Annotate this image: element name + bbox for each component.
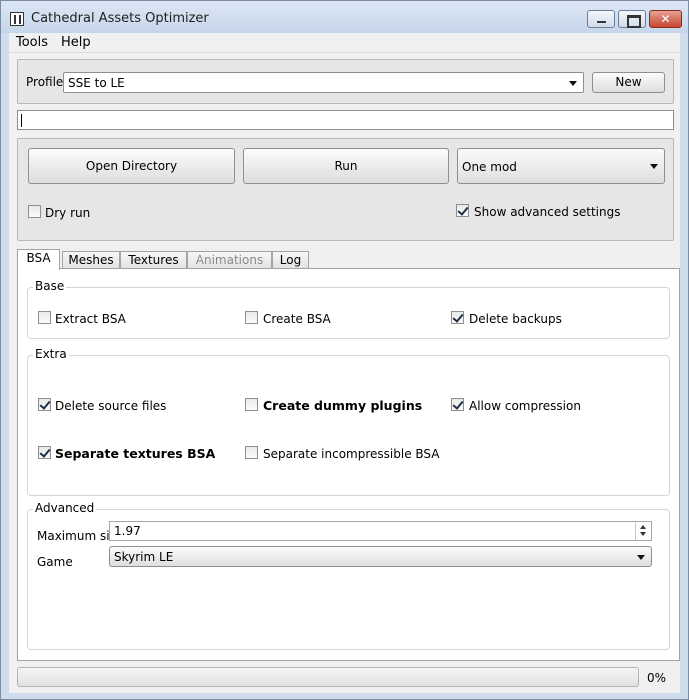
extract-bsa-checkbox[interactable] bbox=[38, 311, 51, 324]
chevron-down-icon bbox=[650, 164, 658, 169]
tab-textures-label: Textures bbox=[128, 253, 179, 267]
extract-bsa-label: Extract BSA bbox=[55, 312, 126, 326]
menu-bar: Tools Help bbox=[9, 33, 680, 53]
tab-bsa[interactable]: BSA bbox=[17, 249, 60, 270]
menu-help[interactable]: Help bbox=[61, 35, 91, 50]
show-advanced-checkbox[interactable] bbox=[456, 204, 469, 217]
profile-selected-value: SSE to LE bbox=[68, 76, 125, 90]
separate-incompressible-label: Separate incompressible BSA bbox=[263, 447, 440, 461]
delete-source-checkbox[interactable] bbox=[38, 398, 51, 411]
create-dummy-plugins-label: Create dummy plugins bbox=[263, 398, 423, 413]
text-caret bbox=[21, 114, 22, 127]
tab-meshes-label: Meshes bbox=[68, 253, 114, 267]
dry-run-checkbox[interactable] bbox=[28, 205, 41, 218]
app-window: Cathedral Assets Optimizer ✕ Tools Help … bbox=[0, 0, 689, 700]
delete-backups-checkbox[interactable] bbox=[451, 311, 464, 324]
mode-selected-value: One mod bbox=[462, 160, 517, 174]
tab-bsa-label: BSA bbox=[26, 251, 51, 265]
create-bsa-checkbox[interactable] bbox=[245, 311, 258, 324]
game-label: Game bbox=[37, 555, 73, 569]
menu-tools[interactable]: Tools bbox=[16, 35, 48, 50]
maximize-button[interactable] bbox=[618, 10, 646, 28]
progress-text: 0% bbox=[647, 671, 667, 685]
spin-up-icon[interactable] bbox=[640, 525, 646, 529]
tab-log-label: Log bbox=[279, 253, 302, 267]
game-selected-value: Skyrim LE bbox=[114, 550, 174, 564]
window-title: Cathedral Assets Optimizer bbox=[31, 11, 209, 26]
tab-animations: Animations bbox=[187, 251, 272, 269]
new-profile-button[interactable]: New bbox=[592, 72, 665, 93]
chevron-down-icon bbox=[569, 81, 577, 86]
profile-select[interactable]: SSE to LE bbox=[63, 72, 584, 93]
allow-compression-checkbox[interactable] bbox=[451, 398, 464, 411]
cathedral-app-icon bbox=[10, 12, 24, 26]
spin-down-icon[interactable] bbox=[640, 532, 646, 536]
advanced-legend: Advanced bbox=[33, 501, 97, 515]
create-dummy-plugins-checkbox[interactable] bbox=[245, 398, 258, 411]
tab-animations-label: Animations bbox=[195, 253, 264, 267]
minimize-button[interactable] bbox=[587, 10, 615, 28]
tab-textures[interactable]: Textures bbox=[120, 251, 187, 269]
progress-bar bbox=[17, 667, 639, 687]
maximum-size-value: 1.97 bbox=[114, 524, 141, 538]
delete-backups-label: Delete backups bbox=[469, 312, 562, 326]
profile-group: Profile SSE to LE New bbox=[17, 59, 674, 104]
separate-incompressible-checkbox[interactable] bbox=[245, 446, 258, 459]
run-button[interactable]: Run bbox=[243, 148, 449, 184]
extra-fieldset bbox=[27, 355, 670, 496]
tab-log[interactable]: Log bbox=[272, 251, 309, 269]
profile-label: Profile bbox=[26, 75, 64, 89]
separate-textures-label: Separate textures BSA bbox=[55, 446, 216, 461]
dry-run-label: Dry run bbox=[45, 206, 91, 220]
game-select[interactable]: Skyrim LE bbox=[109, 546, 652, 567]
separate-textures-checkbox[interactable] bbox=[38, 446, 51, 459]
show-advanced-label: Show advanced settings bbox=[474, 205, 621, 219]
chevron-down-icon bbox=[637, 555, 645, 560]
base-legend: Base bbox=[33, 279, 67, 293]
mode-select[interactable]: One mod bbox=[457, 148, 665, 184]
tab-meshes[interactable]: Meshes bbox=[62, 251, 120, 269]
path-input[interactable] bbox=[17, 110, 674, 130]
maximum-size-spinbox[interactable]: 1.97 bbox=[109, 521, 652, 541]
main-content: Tools Help Profile SSE to LE New Open Di… bbox=[9, 33, 680, 693]
close-button[interactable]: ✕ bbox=[649, 10, 682, 28]
open-directory-button[interactable]: Open Directory bbox=[28, 148, 235, 184]
close-icon: ✕ bbox=[660, 12, 671, 26]
extra-legend: Extra bbox=[33, 347, 69, 361]
create-bsa-label: Create BSA bbox=[263, 312, 331, 326]
delete-source-label: Delete source files bbox=[55, 399, 167, 413]
run-group: Open Directory Run One mod Dry run Show … bbox=[17, 138, 674, 241]
bsa-tab-panel: Base Extract BSA Create BSA Delete backu… bbox=[17, 268, 680, 661]
title-bar[interactable]: Cathedral Assets Optimizer ✕ bbox=[1, 1, 688, 33]
allow-compression-label: Allow compression bbox=[469, 399, 581, 413]
spin-buttons[interactable] bbox=[635, 522, 651, 540]
